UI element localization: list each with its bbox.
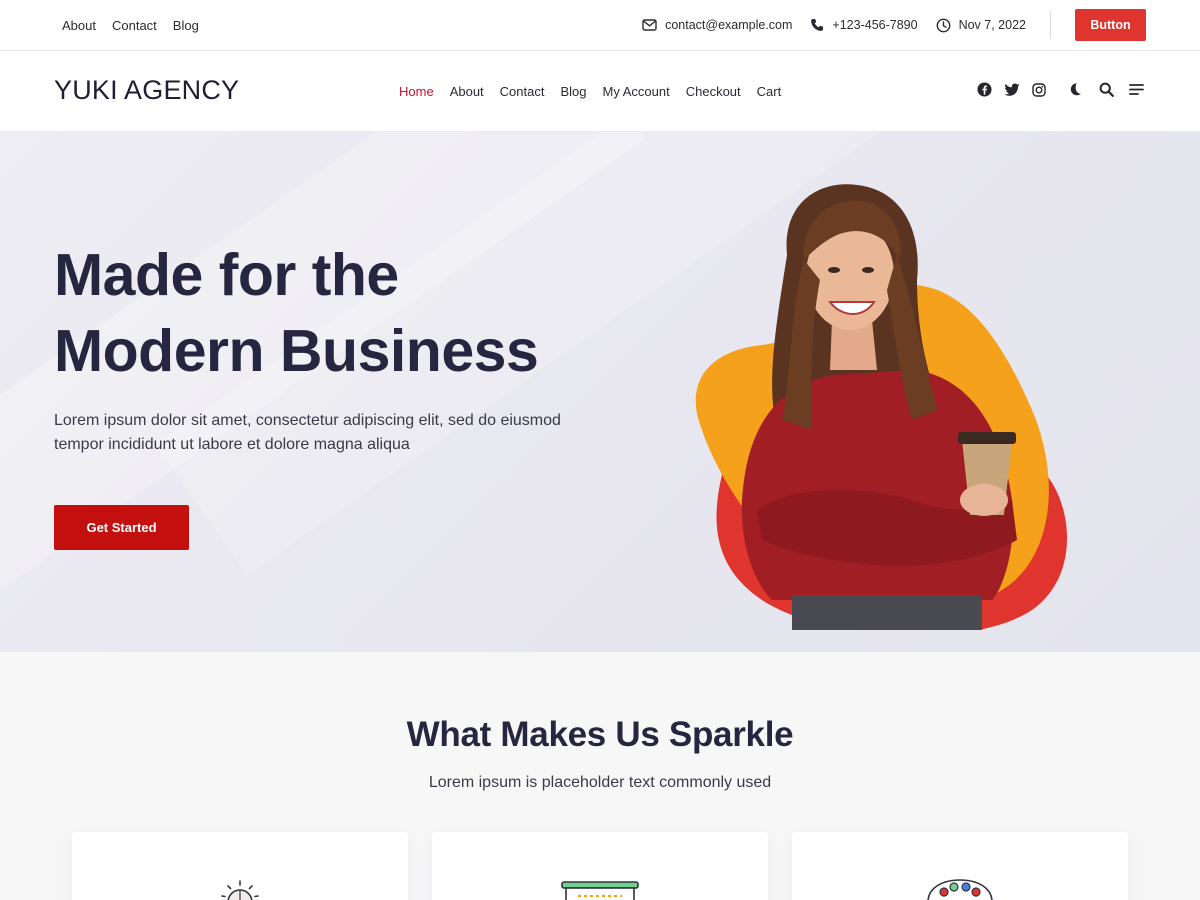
nav-item-blog[interactable]: Blog: [560, 84, 586, 99]
presentation-board-icon: [561, 881, 639, 900]
topbar-button[interactable]: Button: [1075, 9, 1146, 41]
twitter-icon[interactable]: [1004, 83, 1020, 97]
email-info[interactable]: contact@example.com: [642, 18, 792, 32]
clock-icon: [936, 18, 951, 33]
nav-item-my-account[interactable]: My Account: [603, 84, 670, 99]
features-title: What Makes Us Sparkle: [406, 715, 794, 754]
nav-item-about[interactable]: About: [450, 84, 484, 99]
hero-description: Lorem ipsum dolor sit amet, consectetur …: [54, 412, 561, 453]
topbar-divider: [1050, 11, 1051, 39]
main-nav: Home About Contact Blog My Account Check…: [399, 51, 781, 131]
hero-title-line-1: Made for the: [54, 242, 399, 308]
email-text: contact@example.com: [665, 18, 793, 32]
contact-info: contact@example.com +123-456-7890 Nov 7,…: [642, 0, 1026, 50]
menu-icon[interactable]: [1129, 83, 1144, 96]
header-tools: [1069, 82, 1144, 97]
lightbulb-icon: [221, 880, 259, 900]
feature-card: [792, 832, 1128, 900]
date-text: Nov 7, 2022: [958, 18, 1026, 32]
social-links: [977, 82, 1046, 97]
feature-card: [72, 832, 408, 900]
phone-info[interactable]: +123-456-7890: [810, 18, 918, 32]
phone-icon: [810, 18, 824, 32]
top-link-blog[interactable]: Blog: [173, 18, 199, 33]
nav-item-contact[interactable]: Contact: [500, 84, 545, 99]
hero-woman-image: [695, 184, 1067, 630]
search-icon[interactable]: [1099, 82, 1114, 97]
hero-section: Made for the Modern Business Lorem ipsum…: [0, 132, 1200, 652]
envelope-icon: [642, 19, 657, 31]
hero-title-line-2: Modern Business: [54, 318, 539, 384]
top-link-about[interactable]: About: [62, 18, 96, 33]
instagram-icon[interactable]: [1032, 82, 1046, 97]
site-logo[interactable]: YUKI AGENCY: [54, 75, 239, 106]
features-subtitle: Lorem ipsum is placeholder text commonly…: [428, 774, 772, 791]
nav-item-cart[interactable]: Cart: [757, 84, 782, 99]
nav-item-checkout[interactable]: Checkout: [686, 84, 741, 99]
palette-icon: [927, 879, 993, 900]
get-started-button[interactable]: Get Started: [54, 505, 189, 550]
moon-icon[interactable]: [1069, 82, 1084, 97]
top-link-contact[interactable]: Contact: [112, 18, 157, 33]
hero-title: Made for the Modern Business: [54, 237, 539, 389]
nav-item-home[interactable]: Home: [399, 84, 434, 99]
phone-text: +123-456-7890: [832, 18, 918, 32]
top-links: About Contact Blog: [62, 0, 199, 50]
site-header: YUKI AGENCY Home About Contact Blog My A…: [0, 51, 1200, 132]
top-bar: About Contact Blog contact@example.com +…: [0, 0, 1200, 51]
facebook-icon[interactable]: [977, 82, 992, 97]
feature-card: [432, 832, 768, 900]
date-info: Nov 7, 2022: [936, 18, 1026, 33]
